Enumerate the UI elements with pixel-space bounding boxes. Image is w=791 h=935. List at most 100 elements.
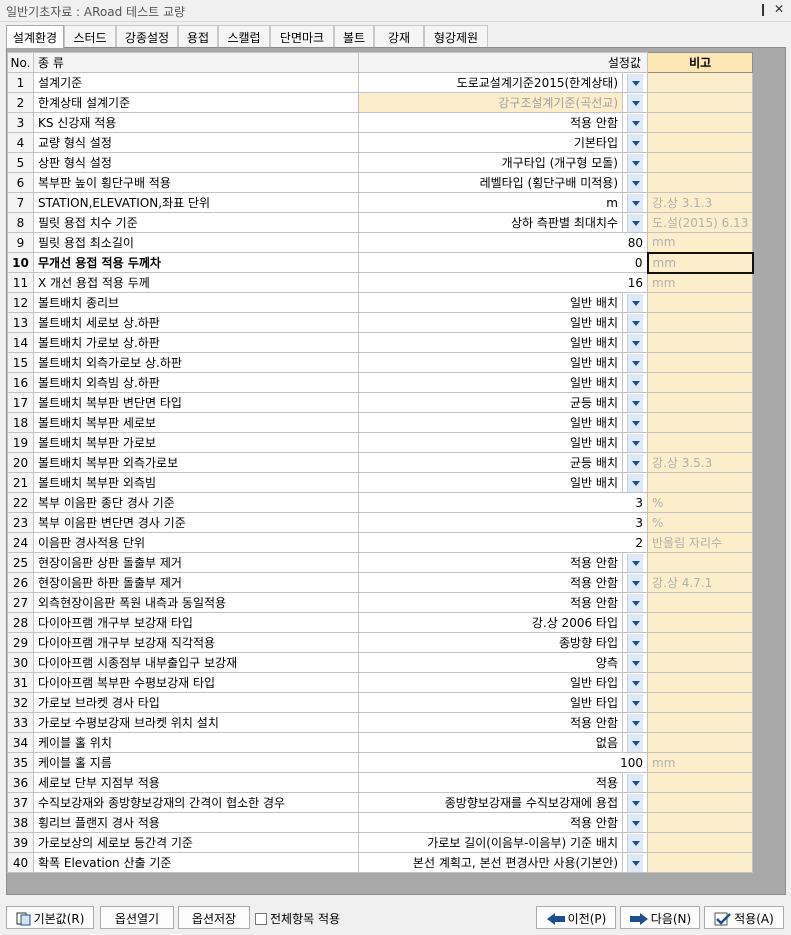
table-row[interactable]: 13 볼트배치 세로보 상.하판 일반 배치 [7,312,754,333]
row-value[interactable]: 강.상 2006 타입 [358,612,623,633]
dropdown-cell[interactable] [622,192,648,213]
pin-icon[interactable]: ❙ [756,2,770,18]
dropdown-cell[interactable] [622,792,648,813]
row-value[interactable]: 16 [358,272,648,293]
dropdown-cell[interactable] [622,472,648,493]
table-row[interactable]: 11 X 개선 용접 적용 두께 16 mm [7,272,754,293]
chevron-down-icon[interactable] [627,673,643,692]
dropdown-cell[interactable] [622,372,648,393]
table-row[interactable]: 18 볼트배치 복부판 세로보 일반 배치 [7,412,754,433]
row-value[interactable]: 종방향 타입 [358,632,623,653]
row-value[interactable]: 도로교설계기준2015(한계상태) [358,72,623,93]
dropdown-cell[interactable] [622,712,648,733]
dropdown-cell[interactable] [622,132,648,153]
row-value[interactable]: 일반 배치 [358,312,623,333]
dropdown-cell[interactable] [622,292,648,313]
row-value[interactable]: 2 [358,532,648,553]
tab-stud[interactable]: 스터드 [64,25,116,47]
close-icon[interactable]: ✕ [772,2,786,18]
row-value[interactable]: 본선 계획고, 본선 편경사만 사용(기본안) [358,852,623,873]
chevron-down-icon[interactable] [627,333,643,352]
table-row[interactable]: 1 설계기준 도로교설계기준2015(한계상태) [7,72,754,93]
table-row[interactable]: 17 볼트배치 복부판 변단면 타입 균등 배치 [7,392,754,413]
dropdown-cell[interactable] [622,432,648,453]
table-row[interactable]: 29 다이아프램 개구부 보강재 직각적용 종방향 타입 [7,632,754,653]
dropdown-cell[interactable] [622,72,648,93]
table-row[interactable]: 22 복부 이음판 종단 경사 기준 3% [7,492,754,513]
dropdown-cell[interactable] [622,572,648,593]
table-row[interactable]: 21 볼트배치 복부판 외측빔 일반 배치 [7,472,754,493]
chevron-down-icon[interactable] [627,593,643,612]
table-row[interactable]: 24 이음판 경사적용 단위 2 반올림 자리수 [7,532,754,553]
row-value[interactable]: 일반 배치 [358,292,623,313]
dropdown-cell[interactable] [622,212,648,233]
row-value[interactable]: 가로보 길이(이음부-이음부) 기준 배치 [358,832,623,853]
table-row[interactable]: 38 횡리브 플랜지 경사 적용 적용 안함 [7,812,754,833]
row-value[interactable]: 레벨타입 (횡단구배 미적용) [358,172,623,193]
table-row[interactable]: 19 볼트배치 복부판 가로보 일반 배치 [7,432,754,453]
row-value[interactable]: 기본타입 [358,132,623,153]
dropdown-cell[interactable] [622,772,648,793]
dropdown-cell[interactable] [622,672,648,693]
tab-shape-steel[interactable]: 형강제원 [424,25,488,47]
row-value[interactable]: 0 [358,252,648,273]
table-row[interactable]: 31 다이아프램 복부판 수평보강재 타입 일반 타입 [7,672,754,693]
table-row[interactable]: 14 볼트배치 가로보 상.하판 일반 배치 [7,332,754,353]
dropdown-cell[interactable] [622,412,648,433]
chevron-down-icon[interactable] [627,453,643,472]
dropdown-cell[interactable] [622,332,648,353]
apply-all-checkbox-box[interactable] [255,913,267,925]
row-value[interactable]: 일반 배치 [358,432,623,453]
prev-button[interactable]: 이전(P) [536,906,616,929]
chevron-down-icon[interactable] [627,93,643,112]
save-options-button[interactable]: 옵션저장 [178,906,250,929]
table-row[interactable]: 9 필릿 용접 최소길이 80 mm [7,232,754,253]
chevron-down-icon[interactable] [627,813,643,832]
row-value[interactable]: 적용 안함 [358,592,623,613]
row-value[interactable]: 적용 안함 [358,572,623,593]
tab-scallop[interactable]: 스캘럽 [218,25,270,47]
chevron-down-icon[interactable] [627,833,643,852]
dropdown-cell[interactable] [622,352,648,373]
dropdown-cell[interactable] [622,92,648,113]
table-row[interactable]: 5 상판 형식 설정 개구타입 (개구형 모돌) [7,152,754,173]
dropdown-cell[interactable] [622,552,648,573]
tab-steel[interactable]: 강재 [374,25,424,47]
row-value[interactable]: 적용 안함 [358,812,623,833]
table-row[interactable]: 25 현장이음판 상판 돌출부 제거 적용 안함 [7,552,754,573]
chevron-down-icon[interactable] [627,373,643,392]
chevron-down-icon[interactable] [627,773,643,792]
chevron-down-icon[interactable] [627,413,643,432]
row-value[interactable]: 양측 [358,652,623,673]
dropdown-cell[interactable] [622,312,648,333]
row-value[interactable]: 일반 배치 [358,332,623,353]
row-value[interactable]: 일반 배치 [358,352,623,373]
table-row[interactable]: 39 가로보상의 세로보 등간격 기준 가로보 길이(이음부-이음부) 기준 배치 [7,832,754,853]
chevron-down-icon[interactable] [627,633,643,652]
table-row[interactable]: 7 STATION,ELEVATION,좌표 단위 m 강.상 3.1.3 [7,192,754,213]
table-row[interactable]: 30 다이아프램 시종점부 내부출입구 보강재 양측 [7,652,754,673]
table-row[interactable]: 28 다이아프램 개구부 보강재 타입 강.상 2006 타입 [7,612,754,633]
tab-section-mark[interactable]: 단면마크 [270,25,334,47]
row-value[interactable]: 상하 측판별 최대치수 [358,212,623,233]
table-row[interactable]: 23 복부 이음판 변단면 경사 기준 3% [7,512,754,533]
row-value[interactable]: 균등 배치 [358,392,623,413]
row-value[interactable]: 적용 [358,772,623,793]
dropdown-cell[interactable] [622,812,648,833]
dropdown-cell[interactable] [622,692,648,713]
tab-welding[interactable]: 용접 [178,25,218,47]
row-value[interactable]: 80 [358,232,648,253]
apply-button[interactable]: 적용(A) [704,906,784,929]
table-row[interactable]: 6 복부판 높이 횡단구배 적용 레벨타입 (횡단구배 미적용) [7,172,754,193]
table-row[interactable]: 36 세로보 단부 지점부 적용 적용 [7,772,754,793]
row-value[interactable]: 일반 타입 [358,692,623,713]
dropdown-cell[interactable] [622,392,648,413]
chevron-down-icon[interactable] [627,653,643,672]
dropdown-cell[interactable] [622,152,648,173]
dropdown-cell[interactable] [622,852,648,873]
dropdown-cell[interactable] [622,592,648,613]
table-row[interactable]: 10 무개선 용접 적용 두께차 0 mm [7,251,754,274]
row-value[interactable]: 일반 배치 [358,412,623,433]
table-row[interactable]: 35 케이블 홀 지름 100 mm [7,752,754,773]
chevron-down-icon[interactable] [627,353,643,372]
